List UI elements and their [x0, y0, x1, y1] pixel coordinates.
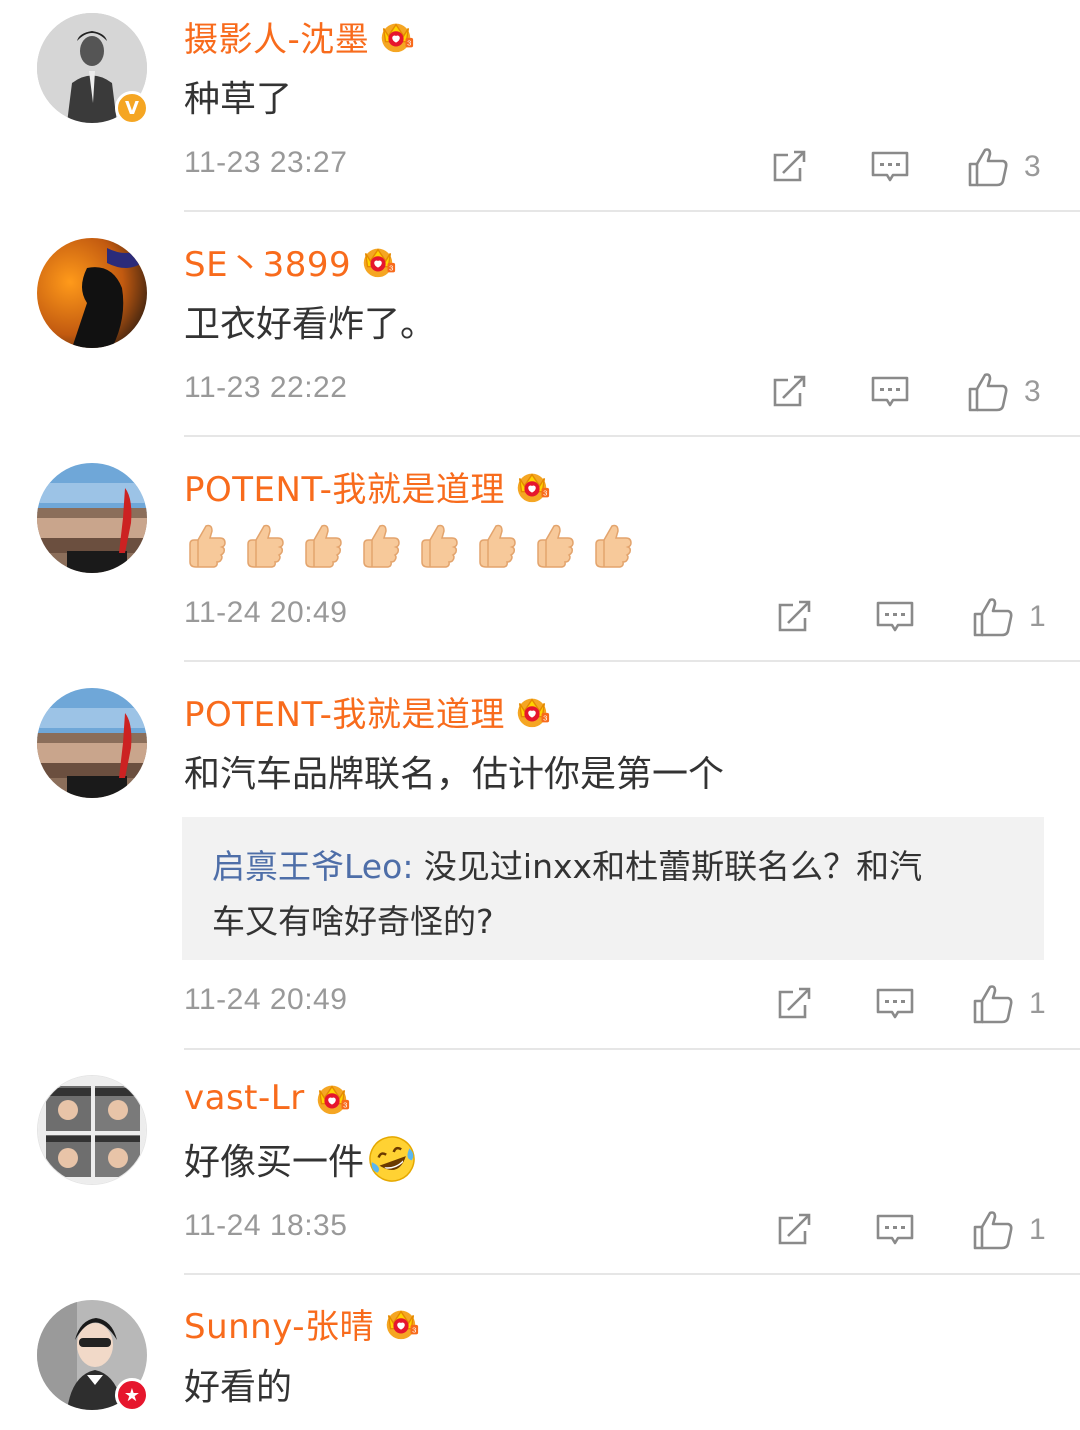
share-button[interactable]	[775, 592, 815, 642]
avatar[interactable]	[37, 1075, 147, 1185]
share-icon	[775, 597, 815, 637]
share-icon	[770, 372, 810, 412]
username-row: 摄影人-沈墨	[184, 12, 415, 61]
like-count: 3	[1024, 375, 1041, 408]
like-count: 1	[1029, 600, 1046, 633]
share-icon	[775, 1210, 815, 1250]
comment-icon	[875, 984, 915, 1024]
like-count: 1	[1029, 1213, 1046, 1246]
username-link[interactable]: 摄影人-沈墨	[184, 12, 369, 61]
crown-icon	[377, 17, 415, 55]
thumbs-up-icon	[966, 370, 1010, 414]
like-button[interactable]: 1	[971, 979, 1046, 1029]
avatar[interactable]: ★	[37, 1300, 149, 1412]
comment-meta: 11-24 20:49 1	[184, 592, 1046, 642]
timestamp: 11-23 23:27	[184, 146, 348, 179]
divider	[184, 1048, 1080, 1050]
crown-icon	[513, 467, 551, 505]
timestamp: 11-24 20:49	[184, 596, 348, 629]
thumbs-up-icon	[966, 145, 1010, 189]
reply-username-link[interactable]: 启禀王爷Leo	[212, 847, 402, 886]
avatar[interactable]	[37, 463, 147, 573]
comment-meta: 11-24 18:35 1	[184, 1205, 1046, 1255]
username-link[interactable]: POTENT-我就是道理	[184, 462, 505, 511]
thumbs-up-emoji	[358, 522, 402, 570]
thumbs-up-emoji	[242, 522, 286, 570]
like-count: 1	[1029, 987, 1046, 1020]
avatar[interactable]	[37, 688, 147, 798]
username-row: vast-Lr	[184, 1075, 351, 1121]
comment-icon	[875, 597, 915, 637]
reply-box[interactable]: 启禀王爷Leo: 没见过inxx和杜蕾斯联名么？和汽 车又有啥好奇怪的?	[182, 817, 1044, 960]
reply-button[interactable]	[875, 1205, 915, 1255]
share-button[interactable]	[775, 979, 815, 1029]
crown-icon	[359, 242, 397, 280]
username-row: POTENT-我就是道理	[184, 687, 551, 736]
crown-icon	[382, 1304, 420, 1342]
thumbs-up-emoji	[590, 522, 634, 570]
comment-icon	[870, 147, 910, 187]
timestamp: 11-23 22:22	[184, 371, 348, 404]
thumbs-up-icon	[971, 982, 1015, 1026]
username-link[interactable]: SE丶3899	[184, 237, 351, 286]
timestamp: 11-24 20:49	[184, 983, 348, 1016]
thumbs-up-emoji	[416, 522, 460, 570]
like-button[interactable]: 3	[966, 367, 1041, 417]
like-button[interactable]: 3	[966, 142, 1041, 192]
divider	[184, 210, 1080, 212]
comment-text: 和汽车品牌联名，估计你是第一个	[184, 754, 725, 795]
comment-icon	[875, 1210, 915, 1250]
username-link[interactable]: POTENT-我就是道理	[184, 687, 505, 736]
thumbs-up-icon	[971, 1208, 1015, 1252]
comment-icon	[870, 372, 910, 412]
share-icon	[770, 147, 810, 187]
avatar[interactable]	[37, 238, 147, 348]
crown-icon	[513, 692, 551, 730]
reply-line: 启禀王爷Leo: 没见过inxx和杜蕾斯联名么？和汽	[212, 847, 923, 886]
reply-button[interactable]	[875, 979, 915, 1029]
comment-meta: 11-24 20:49 1	[184, 979, 1046, 1029]
share-button[interactable]	[770, 142, 810, 192]
crown-icon	[313, 1079, 351, 1117]
divider	[184, 660, 1080, 662]
comment-text	[184, 518, 634, 574]
like-count: 3	[1024, 150, 1041, 183]
thumbs-up-emoji	[474, 522, 518, 570]
username-link[interactable]: vast-Lr	[184, 1078, 305, 1118]
thumbs-up-emoji	[300, 522, 344, 570]
comment-meta: 11-23 22:22 3	[184, 367, 1044, 417]
thumbs-up-icon	[971, 595, 1015, 639]
username-link[interactable]: Sunny-张晴	[184, 1299, 374, 1348]
divider	[184, 1273, 1080, 1275]
username-row: Sunny-张晴	[184, 1299, 420, 1348]
avatar[interactable]: V	[37, 13, 149, 125]
comment-text-body: 好像买一件	[184, 1142, 365, 1183]
thumbs-emoji-row	[184, 522, 634, 570]
reply-text-continued: 车又有啥好奇怪的?	[212, 902, 494, 941]
comment-text: 种草了	[184, 79, 293, 120]
comment-text: 卫衣好看炸了。	[184, 304, 437, 345]
thumbs-up-emoji	[184, 522, 228, 570]
comment-text: 好像买一件	[184, 1131, 418, 1187]
username-row: SE丶3899	[184, 237, 397, 286]
comment-text: 好看的	[184, 1367, 293, 1408]
like-button[interactable]: 1	[971, 1205, 1046, 1255]
timestamp: 11-24 18:35	[184, 1209, 348, 1242]
reply-button[interactable]	[870, 142, 910, 192]
laughing-crying-emoji	[369, 1136, 415, 1182]
divider	[184, 435, 1080, 437]
reply-button[interactable]	[875, 592, 915, 642]
reply-text: 没见过inxx和杜蕾斯联名么？和汽	[423, 847, 923, 886]
like-button[interactable]: 1	[971, 592, 1046, 642]
star-badge-icon: ★	[115, 1378, 149, 1412]
share-button[interactable]	[775, 1205, 815, 1255]
reply-button[interactable]	[870, 367, 910, 417]
thumbs-up-emoji	[532, 522, 576, 570]
verified-badge-icon: V	[115, 91, 149, 125]
username-row: POTENT-我就是道理	[184, 462, 551, 511]
share-icon	[775, 984, 815, 1024]
comment-meta: 11-23 23:27 3	[184, 142, 1044, 192]
share-button[interactable]	[770, 367, 810, 417]
